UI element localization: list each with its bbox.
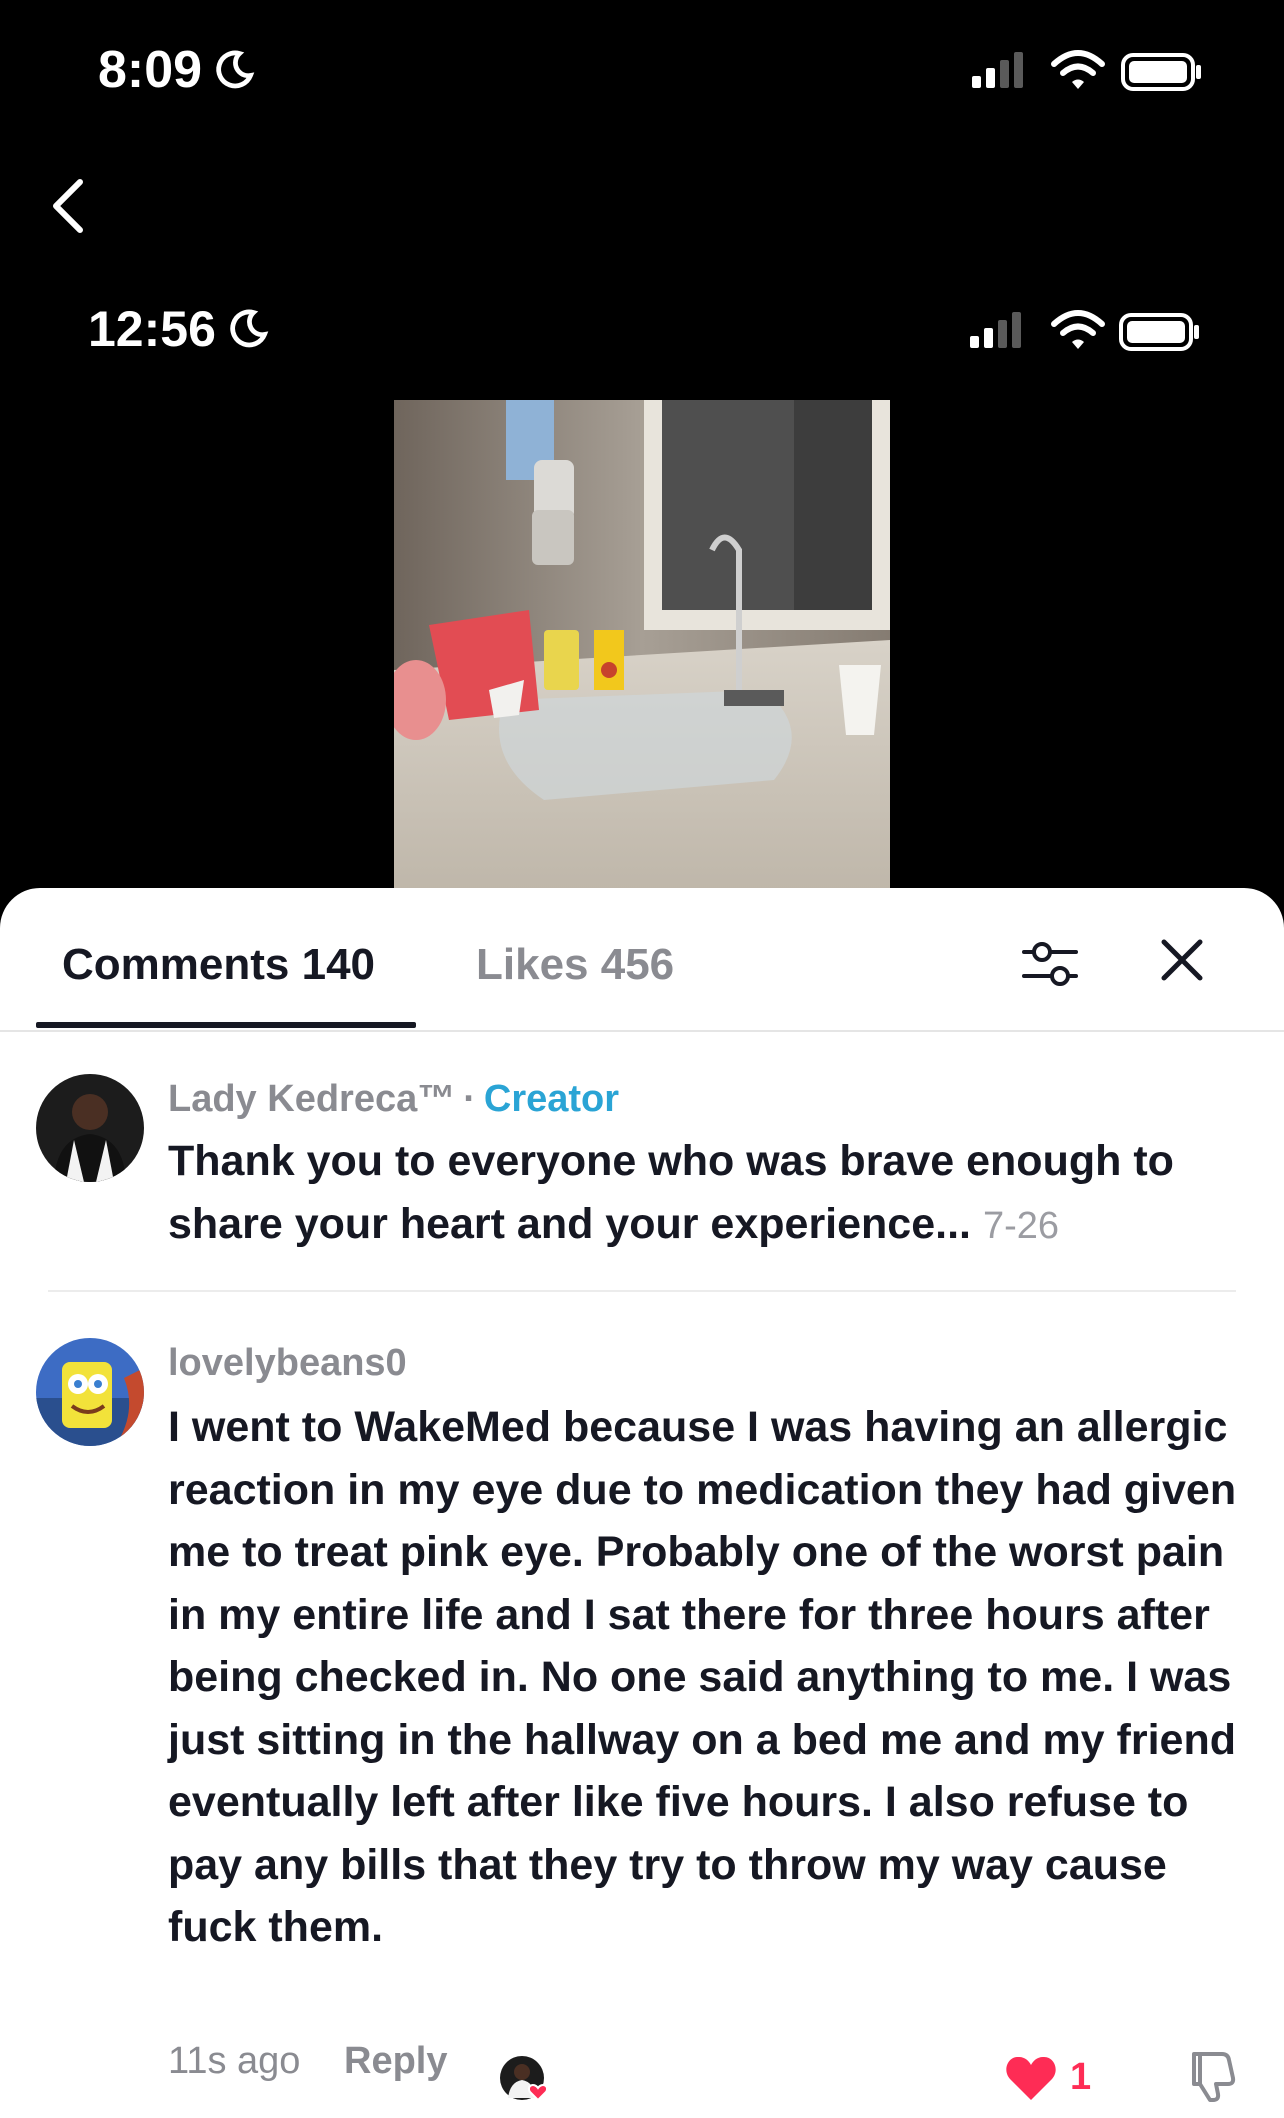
outer-status-bar: 8:09 bbox=[0, 30, 1284, 110]
comment-text[interactable]: I went to WakeMed because I was having a… bbox=[168, 1396, 1248, 1959]
avatar[interactable] bbox=[36, 1338, 144, 1446]
sink-scene-image bbox=[394, 400, 890, 890]
separator-dot: · bbox=[463, 1078, 476, 1120]
inner-time-text: 12:56 bbox=[88, 301, 216, 357]
reply-button[interactable]: Reply bbox=[344, 2040, 447, 2083]
heart-icon[interactable] bbox=[1004, 2054, 1058, 2104]
creator-liked-avatar bbox=[500, 2056, 548, 2102]
active-tab-indicator bbox=[36, 1022, 416, 1028]
dislike-icon[interactable] bbox=[1184, 2048, 1240, 2104]
cellular-signal-icon bbox=[970, 312, 1021, 348]
moon-icon bbox=[216, 50, 255, 89]
wifi-icon bbox=[1051, 50, 1105, 89]
avatar[interactable] bbox=[36, 1074, 144, 1182]
comment-text[interactable]: Thank you to everyone who was brave enou… bbox=[168, 1130, 1228, 1257]
tab-comments[interactable]: Comments 140 bbox=[62, 940, 375, 990]
moon-icon bbox=[230, 309, 269, 348]
battery-icon bbox=[1119, 313, 1199, 351]
tab-likes[interactable]: Likes 456 bbox=[476, 940, 674, 990]
sheet-tabs: Comments 140 Likes 456 bbox=[0, 888, 1284, 1032]
comment-username-row: Lady Kedreca™ · Creator bbox=[168, 1078, 619, 1121]
outer-status-time: 8:09 bbox=[98, 40, 256, 100]
battery-icon bbox=[1121, 53, 1201, 91]
comment-username[interactable]: Lady Kedreca™ bbox=[168, 1078, 455, 1120]
video-thumbnail[interactable] bbox=[394, 400, 890, 890]
cellular-signal-icon bbox=[972, 52, 1023, 88]
inner-status-bar: 12:56 bbox=[0, 290, 1284, 370]
outer-time-text: 8:09 bbox=[98, 41, 203, 99]
comment-divider bbox=[48, 1290, 1236, 1292]
back-chevron-icon[interactable] bbox=[44, 176, 94, 236]
filter-sliders-icon[interactable] bbox=[1020, 934, 1080, 994]
comment-date: 7-26 bbox=[982, 1204, 1059, 1247]
close-icon[interactable] bbox=[1156, 934, 1208, 986]
inner-status-time: 12:56 bbox=[88, 300, 270, 358]
wifi-icon bbox=[1051, 310, 1105, 349]
comment-timestamp: 11s ago bbox=[168, 2040, 301, 2082]
like-count: 1 bbox=[1070, 2056, 1092, 2098]
comment-username[interactable]: lovelybeans0 bbox=[168, 1342, 407, 1385]
creator-badge: Creator bbox=[483, 1078, 620, 1120]
